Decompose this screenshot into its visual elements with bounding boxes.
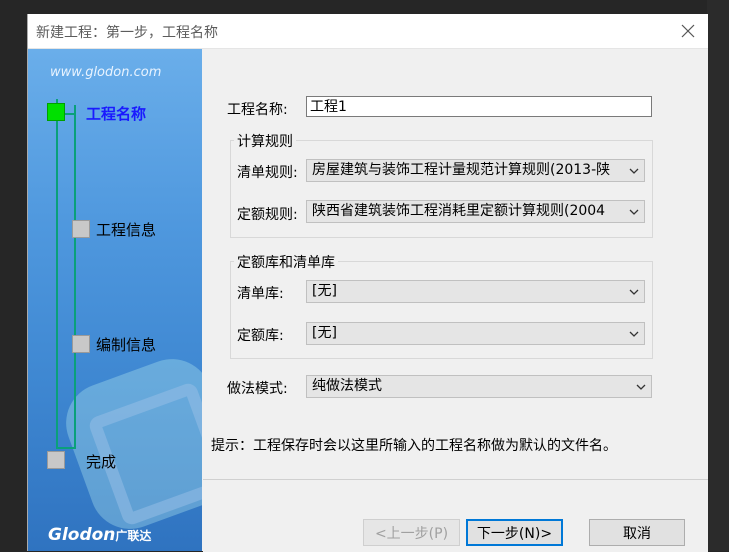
quota-rule-value: 陕西省建筑装饰工程消耗里定额计算规则(2004 [312,203,606,219]
libraries-title: 定额库和清单库 [234,252,338,272]
button-bar: <上一步(P) 下一步(N)> 取消 [203,479,708,552]
step-label-finish: 完成 [86,453,117,471]
brand-name-cn: 广联达 [115,529,152,543]
list-rule-dropdown[interactable]: 房屋建筑与装饰工程计量规范计算规则(2013-陕 [306,159,645,182]
step-connector [58,447,76,449]
close-button[interactable] [668,14,708,48]
step-connector [74,105,76,449]
chevron-down-icon [629,209,639,215]
brand-logo: Glodon广联达 [48,525,151,545]
chevron-down-icon [629,331,639,337]
project-name-label: 工程名称: [227,102,288,118]
hint-text: 提示：工程保存时会以这里所输入的工程名称做为默认的文件名。 [211,438,617,454]
step-connector [56,99,58,449]
next-button[interactable]: 下一步(N)> [466,519,563,546]
cancel-button[interactable]: 取消 [589,519,685,546]
quota-rule-dropdown[interactable]: 陕西省建筑装饰工程消耗里定额计算规则(2004 [306,200,645,223]
close-icon [681,24,695,38]
step-label-project-name: 工程名称 [86,105,147,123]
method-dropdown[interactable]: 纯做法模式 [306,375,652,398]
background-strip [707,0,729,551]
quota-lib-value: [无] [312,325,337,341]
list-rule-label: 清单规则: [237,165,298,181]
step-label-compile-info: 编制信息 [96,336,157,354]
step-indicator-compile-info [72,335,90,353]
brand-name: Glodon [48,525,116,545]
step-indicator-finish [47,451,65,469]
step-label-project-info: 工程信息 [96,221,157,239]
window-title: 新建工程：第一步，工程名称 [36,25,218,41]
list-lib-dropdown[interactable]: [无] [306,280,645,303]
quota-lib-dropdown[interactable]: [无] [306,322,645,345]
step-indicator-project-name [47,103,65,121]
wizard-sidebar: www.glodon.com 工程名称 工程信息 编制信息 完成 Glodon广… [28,49,202,551]
quota-rule-label: 定额规则: [237,207,298,223]
new-project-dialog: 新建工程：第一步，工程名称 www.glodon.com 工程名称 工程信息 编… [27,14,708,552]
site-url: www.glodon.com [50,65,162,80]
step-indicator-project-info [72,220,90,238]
wizard-content: 工程名称: 工程1 计算规则 清单规则: 房屋建筑与装饰工程计量规范计算规则(2… [203,49,708,479]
chevron-down-icon [629,168,639,174]
quota-lib-label: 定额库: [237,328,284,344]
title-bar: 新建工程：第一步，工程名称 [28,14,708,49]
method-label: 做法模式: [227,381,288,397]
list-lib-value: [无] [312,283,337,299]
chevron-down-icon [629,289,639,295]
calc-rules-title: 计算规则 [234,131,296,151]
prev-button[interactable]: <上一步(P) [363,519,460,546]
list-lib-label: 清单库: [237,286,284,302]
project-name-input[interactable]: 工程1 [306,96,652,117]
chevron-down-icon [636,384,646,390]
method-value: 纯做法模式 [312,378,382,394]
list-rule-value: 房屋建筑与装饰工程计量规范计算规则(2013-陕 [312,162,611,178]
